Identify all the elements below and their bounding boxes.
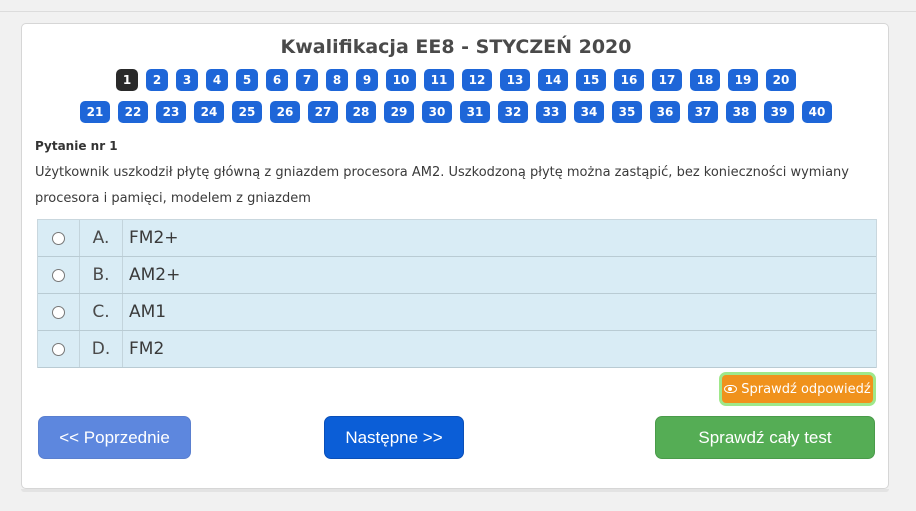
question-nav-button-20[interactable]: 20 — [766, 69, 796, 91]
question-nav-button-5[interactable]: 5 — [236, 69, 258, 91]
question-nav-button-33[interactable]: 33 — [536, 101, 566, 123]
question-nav-button-39[interactable]: 39 — [764, 101, 794, 123]
card-shadow — [21, 489, 889, 492]
question-nav-button-15[interactable]: 15 — [576, 69, 606, 91]
question-nav-button-31[interactable]: 31 — [460, 101, 490, 123]
question-nav-button-30[interactable]: 30 — [422, 101, 452, 123]
answer-radio-a[interactable] — [52, 231, 65, 245]
next-button[interactable]: Następne >> — [324, 416, 464, 459]
answer-letter: A. — [80, 220, 123, 256]
answer-letter: D. — [80, 331, 123, 367]
answer-option-b[interactable]: B. AM2+ — [38, 257, 876, 294]
question-nav-button-29[interactable]: 29 — [384, 101, 414, 123]
question-nav-row-1: 1 2 3 4 5 6 7 8 9 10 11 12 13 14 15 16 17 18 19 20 — [22, 69, 890, 91]
quiz-title: Kwalifikacja EE8 - STYCZEŃ 2020 — [280, 36, 632, 58]
radio-cell — [38, 294, 80, 330]
radio-cell — [38, 257, 80, 293]
answers-table: A. FM2+ B. AM2+ C. AM1 D. FM2 — [37, 219, 877, 368]
answer-letter: B. — [80, 257, 123, 293]
answer-option-d[interactable]: D. FM2 — [38, 331, 876, 368]
check-answer-label: Sprawdź odpowiedź — [741, 381, 871, 397]
question-nav-button-17[interactable]: 17 — [652, 69, 682, 91]
question-nav-button-13[interactable]: 13 — [500, 69, 530, 91]
check-all-test-button[interactable]: Sprawdź cały test — [655, 416, 875, 459]
answer-radio-b[interactable] — [52, 268, 65, 282]
question-nav-button-38[interactable]: 38 — [726, 101, 756, 123]
question-nav-button-32[interactable]: 32 — [498, 101, 528, 123]
question-nav-button-1[interactable]: 1 — [116, 69, 138, 91]
question-nav-button-19[interactable]: 19 — [728, 69, 758, 91]
question-nav-button-27[interactable]: 27 — [308, 101, 338, 123]
question-nav-button-25[interactable]: 25 — [232, 101, 262, 123]
answer-option-a[interactable]: A. FM2+ — [38, 220, 876, 257]
question-nav-button-14[interactable]: 14 — [538, 69, 568, 91]
question-nav-button-3[interactable]: 3 — [176, 69, 198, 91]
question-nav-button-35[interactable]: 35 — [612, 101, 642, 123]
question-nav-button-28[interactable]: 28 — [346, 101, 376, 123]
eye-icon — [724, 385, 738, 393]
question-nav-button-37[interactable]: 37 — [688, 101, 718, 123]
quiz-card: Kwalifikacja EE8 - STYCZEŃ 2020 12345678… — [21, 23, 889, 489]
check-answer-button[interactable]: Sprawdź odpowiedź — [719, 372, 876, 406]
answer-option-c[interactable]: C. AM1 — [38, 294, 876, 331]
answer-letter: C. — [80, 294, 123, 330]
question-nav-row-2: 21 22 23 24 25 26 27 28 29 30 31 32 33 34 35 36 37 38 39 40 — [22, 101, 890, 123]
question-nav-button-23[interactable]: 23 — [156, 101, 186, 123]
question-nav-button-24[interactable]: 24 — [194, 101, 224, 123]
answer-text: AM1 — [129, 302, 167, 322]
question-nav-button-11[interactable]: 11 — [424, 69, 454, 91]
answer-text: FM2 — [129, 339, 165, 359]
question-nav-button-36[interactable]: 36 — [650, 101, 680, 123]
question-nav-button-7[interactable]: 7 — [296, 69, 318, 91]
radio-cell — [38, 331, 80, 367]
question-nav-button-10[interactable]: 10 — [386, 69, 416, 91]
question-nav-button-34[interactable]: 34 — [574, 101, 604, 123]
radio-cell — [38, 220, 80, 256]
question-nav-button-16[interactable]: 16 — [614, 69, 644, 91]
previous-button[interactable]: << Poprzednie — [38, 416, 191, 459]
question-nav-button-9[interactable]: 9 — [356, 69, 378, 91]
question-nav-button-26[interactable]: 26 — [270, 101, 300, 123]
question-nav-button-40[interactable]: 40 — [802, 101, 832, 123]
answer-text: FM2+ — [129, 228, 179, 248]
question-nav-button-12[interactable]: 12 — [462, 69, 492, 91]
question-nav-button-6[interactable]: 6 — [266, 69, 288, 91]
question-label: Pytanie nr 1 — [35, 139, 118, 153]
answer-text: AM2+ — [129, 265, 181, 285]
question-nav-button-22[interactable]: 22 — [118, 101, 148, 123]
question-nav-button-4[interactable]: 4 — [206, 69, 228, 91]
question-nav-button-8[interactable]: 8 — [326, 69, 348, 91]
question-nav-button-2[interactable]: 2 — [146, 69, 168, 91]
top-divider — [0, 11, 916, 12]
question-nav-button-21[interactable]: 21 — [80, 101, 110, 123]
question-text: Użytkownik uszkodził płytę główną z gnia… — [35, 165, 849, 206]
answer-radio-c[interactable] — [52, 305, 65, 319]
question-nav-button-18[interactable]: 18 — [690, 69, 720, 91]
answer-radio-d[interactable] — [52, 342, 65, 356]
